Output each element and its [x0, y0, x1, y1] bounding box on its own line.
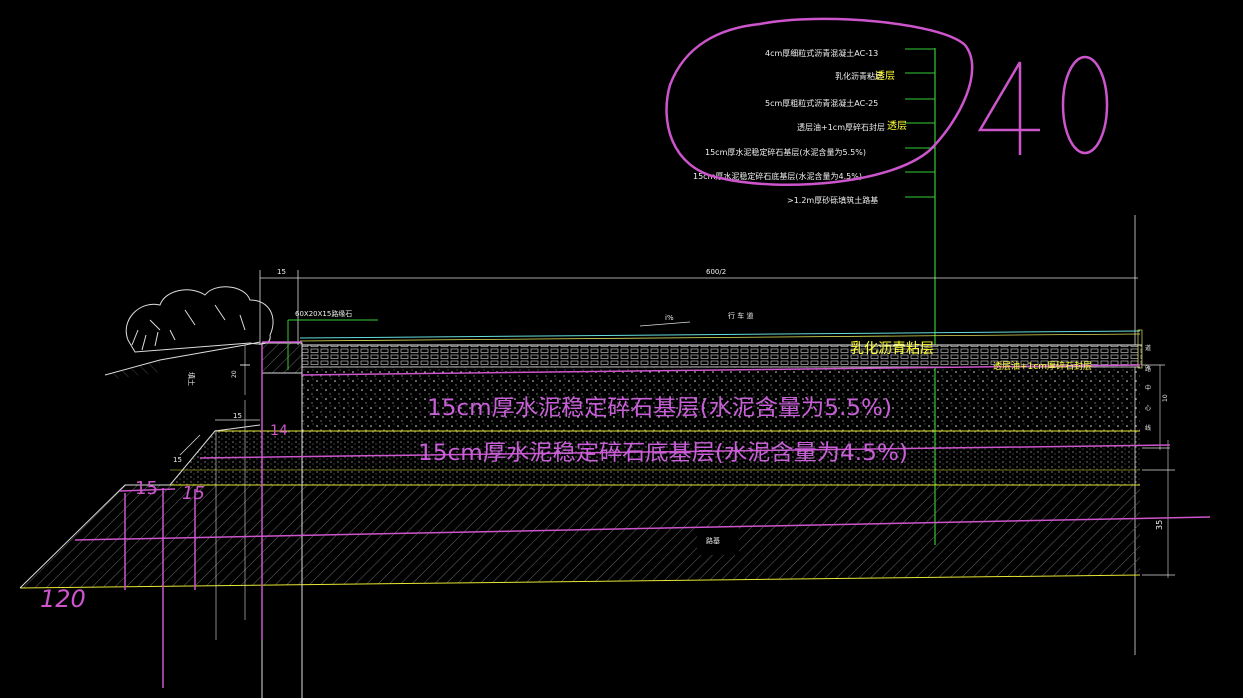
- dim-top-main: 600/2: [706, 268, 726, 276]
- road-bed-label: 路基: [706, 536, 720, 545]
- legend-item-4: 透层油+1cm厚碎石封层: [797, 122, 885, 132]
- lane-label: 行 车 道: [728, 311, 753, 320]
- cad-section-drawing: 4cm厚细粒式沥青混凝土AC-13 乳化沥青粘层 透层 5cm厚粗粒式沥青混凝土…: [19, 17, 1211, 698]
- legend-texts: 4cm厚细粒式沥青混凝土AC-13 乳化沥青粘层 透层 5cm厚粗粒式沥青混凝土…: [693, 48, 907, 205]
- dim-top-left: 15: [277, 268, 286, 276]
- ground-hatch-left: [110, 361, 160, 380]
- surface-line: [299, 330, 1141, 339]
- svg-text:路: 路: [1145, 365, 1151, 373]
- hand-120: 120: [40, 585, 86, 613]
- hand-15b: 15: [182, 483, 205, 504]
- legend-item-6: 15cm厚水泥稳定碎石底基层(水泥含量为4.5%): [693, 171, 862, 181]
- legend-item-1: 4cm厚细粒式沥青混凝土AC-13: [765, 48, 878, 58]
- curb-height: 20: [231, 370, 238, 378]
- emulsion-label: 乳化沥青粘层: [850, 341, 934, 357]
- right-dim-a: 10: [1162, 394, 1169, 402]
- svg-text:道: 道: [1145, 344, 1151, 352]
- legend-item-2-tag: 透层: [875, 70, 895, 82]
- big-number: [977, 55, 1109, 155]
- slope-label: i%: [665, 314, 674, 322]
- svg-text:线: 线: [1145, 424, 1151, 432]
- curb-label: 60X20X15路缘石: [295, 309, 352, 318]
- legend-item-7: >1.2m厚砂砾填筑土路基: [787, 195, 878, 205]
- dim-step-left: 15: [173, 456, 182, 464]
- right-dims: [1142, 364, 1175, 576]
- base-layer-label: 15cm厚水泥稳定碎石基层(水泥含量为5.5%): [427, 396, 892, 421]
- svg-text:心: 心: [1145, 405, 1151, 412]
- right-side-labels: 道 路 中 心 线: [1145, 344, 1151, 432]
- subbase-layer-label: 15cm厚水泥稳定碎石底基层(水泥含量为4.5%): [418, 441, 908, 466]
- hand-15a: 15: [135, 478, 158, 499]
- left-soil-label: 填土: [187, 372, 196, 386]
- shrub: [125, 286, 274, 353]
- legend-item-5: 15cm厚水泥稳定碎石基层(水泥含量为5.5%): [705, 147, 866, 157]
- legend-item-3: 5cm厚粗粒式沥青混凝土AC-25: [765, 98, 878, 108]
- legend-item-4-tag: 透层: [887, 120, 907, 132]
- seal-label: 透层油+1cm厚碎石封层: [993, 360, 1092, 372]
- right-dim-b: 35: [1155, 520, 1164, 530]
- svg-text:中: 中: [1145, 384, 1151, 392]
- dim-step: 15: [233, 412, 242, 420]
- hand-14: 14: [270, 423, 288, 439]
